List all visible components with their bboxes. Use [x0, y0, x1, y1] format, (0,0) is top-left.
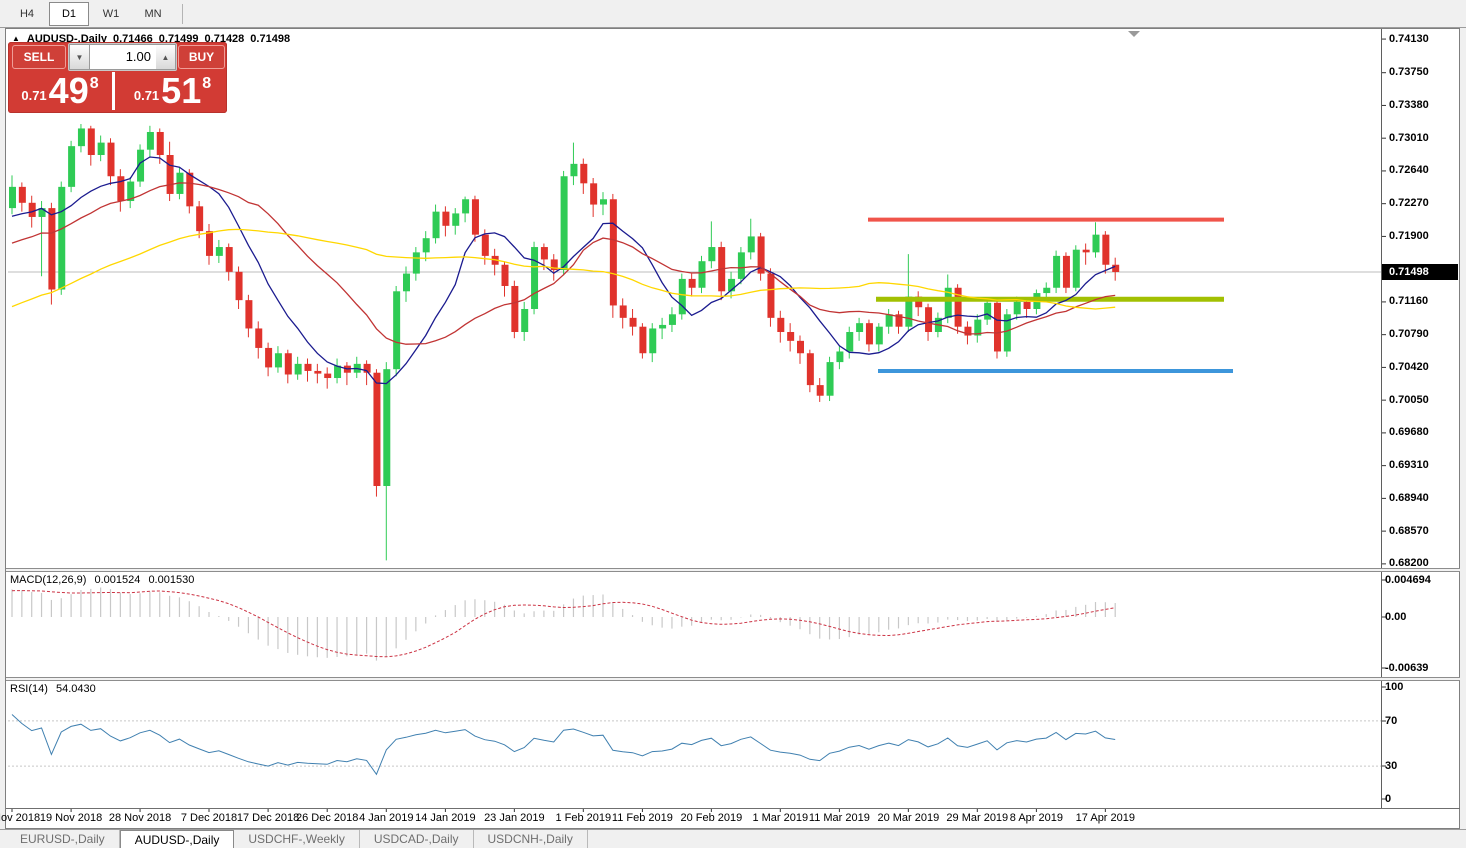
price-axis-label: 0.69310	[1389, 459, 1459, 471]
symbol-tab-usdchf[interactable]: USDCHF-,Weekly	[234, 830, 359, 848]
timeframe-tab-bar: H4D1W1MN	[0, 0, 1466, 28]
sell-price-display[interactable]: 0.71 49 8	[8, 72, 115, 110]
sell-button[interactable]: SELL	[12, 45, 66, 69]
volume-increase-button[interactable]: ▲	[156, 44, 176, 70]
symbol-tab-eurusd[interactable]: EURUSD-,Daily	[6, 830, 120, 848]
price-axis-label: 0.72270	[1389, 197, 1459, 209]
rsi-axis-label: 0	[1385, 793, 1455, 805]
price-axis-border	[1381, 29, 1382, 808]
volume-input[interactable]: 1.00	[90, 44, 156, 70]
macd-axis-label: -0.00639	[1385, 662, 1455, 674]
timeframe-tab-w1[interactable]: W1	[91, 2, 131, 26]
price-axis-label: 0.69680	[1389, 426, 1459, 438]
price-axis-label: 0.71160	[1389, 295, 1459, 307]
price-axis-label: 0.73750	[1389, 66, 1459, 78]
buy-price-display[interactable]: 0.71 51 8	[118, 72, 227, 110]
date-axis-border	[6, 808, 1460, 809]
sell-price-big: 49	[49, 75, 89, 107]
symbol-tab-usdcad[interactable]: USDCAD-,Daily	[360, 830, 474, 848]
price-axis-label: 0.70420	[1389, 361, 1459, 373]
volume-spinner: ▼ 1.00 ▲	[68, 43, 177, 71]
buy-button[interactable]: BUY	[178, 45, 225, 69]
date-axis-label: 17 Apr 2019	[1065, 812, 1145, 824]
price-axis-label: 0.68940	[1389, 492, 1459, 504]
price-axis-label: 0.72640	[1389, 164, 1459, 176]
rsi-axis-label: 30	[1385, 760, 1455, 772]
timeframe-tab-mn[interactable]: MN	[133, 2, 173, 26]
panel-splitter-rsi[interactable]	[6, 677, 1460, 681]
trading-terminal: H4D1W1MN ▲ AUDUSD-,Daily 0.71466 0.71499…	[0, 0, 1466, 848]
rsi-indicator-label: RSI(14) 54.0430	[10, 683, 101, 695]
one-click-trade-panel: SELL ▼ 1.00 ▲ BUY 0.71 49 8 0.71 51 8	[8, 42, 227, 113]
buy-price-pip: 8	[202, 75, 211, 93]
sell-price-pip: 8	[90, 75, 99, 93]
toolbar-divider	[182, 4, 183, 24]
macd-value-2: 0.001530	[148, 574, 194, 586]
current-price-box: 0.71498	[1382, 264, 1458, 280]
price-axis-label: 0.73380	[1389, 99, 1459, 111]
buy-price-prefix: 0.71	[134, 88, 159, 103]
panel-splitter-macd[interactable]	[6, 568, 1460, 572]
macd-name: MACD(12,26,9)	[10, 574, 86, 586]
price-chart-canvas[interactable]	[0, 0, 1466, 848]
sell-price-prefix: 0.71	[21, 88, 46, 103]
rsi-name: RSI(14)	[10, 683, 48, 695]
macd-indicator-label: MACD(12,26,9) 0.001524 0.001530	[10, 574, 199, 586]
price-axis-label: 0.73010	[1389, 132, 1459, 144]
macd-value-1: 0.001524	[94, 574, 140, 586]
rsi-value: 54.0430	[56, 683, 96, 695]
rsi-axis-label: 100	[1385, 681, 1455, 693]
price-axis-label: 0.74130	[1389, 33, 1459, 45]
buy-price-big: 51	[161, 75, 201, 107]
timeframe-tab-d1[interactable]: D1	[49, 2, 89, 26]
price-axis-label: 0.70790	[1389, 328, 1459, 340]
rsi-axis-label: 70	[1385, 715, 1455, 727]
timeframe-tab-h4[interactable]: H4	[7, 2, 47, 26]
price-axis-label: 0.68570	[1389, 525, 1459, 537]
ohlc-close: 0.71498	[250, 33, 290, 45]
volume-decrease-button[interactable]: ▼	[69, 44, 90, 70]
symbol-tab-audusd[interactable]: AUDUSD-,Daily	[120, 830, 235, 848]
trade-panel-controls: SELL ▼ 1.00 ▲ BUY	[8, 42, 227, 70]
macd-axis-label: 0.004694	[1385, 574, 1455, 586]
symbol-tab-bar: EURUSD-,DailyAUDUSD-,DailyUSDCHF-,Weekly…	[0, 829, 1466, 848]
price-axis-label: 0.70050	[1389, 394, 1459, 406]
macd-axis-label: 0.00	[1385, 611, 1455, 623]
symbol-tab-usdcnh[interactable]: USDCNH-,Daily	[474, 830, 588, 848]
timeframe-tabs: H4D1W1MN	[7, 2, 175, 26]
price-axis-label: 0.71900	[1389, 230, 1459, 242]
